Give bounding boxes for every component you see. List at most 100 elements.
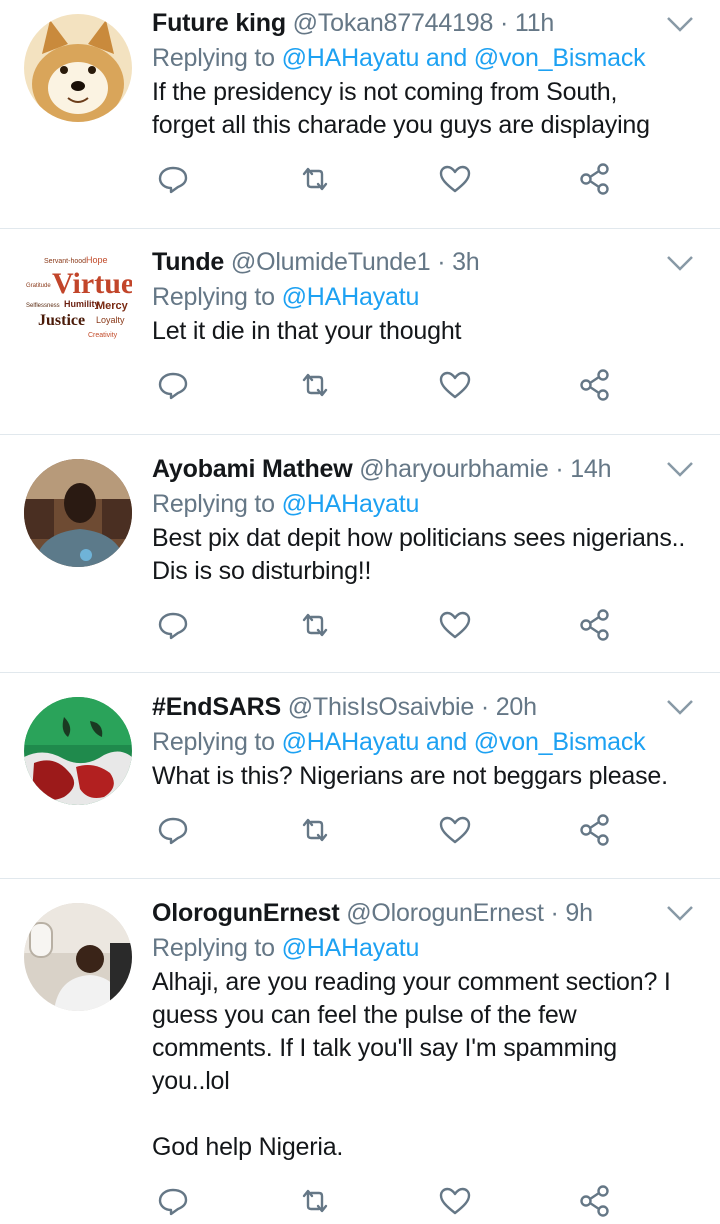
user-handle[interactable]: @haryourbhamie [359,455,549,483]
like-button[interactable] [438,162,472,196]
mention-link[interactable]: @HAHayatu [282,490,420,518]
display-name[interactable]: Tunde [152,248,224,276]
user-handle[interactable]: @OlumideTunde1 [231,248,431,276]
word-cloud-word: Hope [86,255,108,265]
tweet[interactable]: #EndSARS @ThisIsOsaivbie · 20h Replying … [0,673,720,879]
tweet-actions [152,813,720,853]
timestamp[interactable]: 11h [515,9,554,37]
avatar[interactable] [24,697,132,805]
tweet-actions [152,608,720,648]
display-name[interactable]: #EndSARS [152,693,281,721]
tweet-text: Alhaji, are you reading your comment sec… [152,968,671,1161]
like-button[interactable] [438,608,472,642]
reply-icon [158,817,188,845]
retweet-button[interactable] [298,368,332,402]
tweet[interactable]: Servant-hood Hope Virtue Gratitude Selfl… [0,229,720,435]
word-cloud-word: Creativity [88,332,118,339]
mention-link[interactable]: @HAHayatu [282,728,420,756]
retweet-button[interactable] [298,608,332,642]
like-button[interactable] [438,813,472,847]
mention-link[interactable]: @HAHayatu [282,44,420,72]
tweet-header: #EndSARS @ThisIsOsaivbie · 20h [152,690,720,724]
timestamp[interactable]: 20h [496,693,537,721]
replying-to-line: Replying to @HAHayatu [152,930,720,966]
chevron-down-icon[interactable] [666,697,694,717]
reply-button[interactable] [156,608,190,642]
tweet[interactable]: OlorogunErnest @OlorogunErnest · 9h Repl… [0,879,720,1217]
word-cloud-avatar-image: Servant-hood Hope Virtue Gratitude Selfl… [24,249,132,357]
word-cloud-word: Virtue [52,267,132,300]
mention-link[interactable]: @HAHayatu [282,934,420,962]
word-cloud-word: Justice [38,312,85,329]
tweet[interactable]: Future king @Tokan87744198 · 11h Replyin… [0,0,720,229]
tweet-text: Let it die in that your thought [152,317,462,345]
tweet-text: What is this? Nigerians are not beggars … [152,762,668,790]
reply-button[interactable] [156,368,190,402]
like-icon [439,165,471,193]
timestamp[interactable]: 3h [452,248,480,276]
retweet-icon [302,167,328,191]
reply-button[interactable] [156,813,190,847]
timestamp[interactable]: 9h [565,899,593,927]
tweet-actions [152,162,720,202]
share-icon [580,369,609,401]
share-button[interactable] [578,162,612,196]
replying-to-line: Replying to @HAHayatu and @von_Bismack [152,724,720,760]
share-icon [580,609,609,641]
separator-dot: · [437,248,446,276]
share-button[interactable] [578,813,612,847]
word-cloud-word: Mercy [96,300,129,312]
display-name[interactable]: Future king [152,9,286,37]
chevron-down-icon[interactable] [666,903,694,923]
reply-button[interactable] [156,162,190,196]
like-icon [439,816,471,844]
mention-link[interactable]: @von_Bismack [474,44,646,72]
display-name[interactable]: Ayobami Mathew [152,455,353,483]
retweet-icon [302,818,328,842]
word-cloud-word: Loyalty [96,315,125,325]
share-icon [580,163,609,195]
replying-to-line: Replying to @HAHayatu and @von_Bismack [152,40,720,76]
mention-link[interactable]: @HAHayatu [282,283,420,311]
user-handle[interactable]: @OlorogunErnest [346,899,544,927]
shiba-dog-avatar-image [24,14,132,122]
tweet-actions [152,368,720,408]
user-handle[interactable]: @Tokan87744198 [293,9,494,37]
retweet-button[interactable] [298,813,332,847]
like-icon [439,611,471,639]
separator-dot: · [550,899,559,927]
like-icon [439,371,471,399]
reply-icon [158,166,188,194]
word-cloud-word: Gratitude [26,283,51,289]
mention-joiner[interactable]: and [426,728,467,756]
retweet-button[interactable] [298,162,332,196]
tweet[interactable]: Ayobami Mathew @haryourbhamie · 14h Repl… [0,435,720,673]
display-name[interactable]: OlorogunErnest [152,899,340,927]
avatar[interactable] [24,459,132,567]
man-in-plane-avatar-image [24,903,132,1011]
tweet-actions [152,1184,720,1224]
reply-icon [158,372,188,400]
mention-link[interactable]: @von_Bismack [474,728,646,756]
avatar[interactable]: Servant-hood Hope Virtue Gratitude Selfl… [24,249,132,357]
share-button[interactable] [578,368,612,402]
avatar[interactable] [24,903,132,1011]
mention-joiner[interactable]: and [426,44,467,72]
replying-to-line: Replying to @HAHayatu [152,486,720,522]
replying-prefix: Replying to [152,283,275,311]
word-cloud-word: Servant-hood [44,258,86,265]
separator-dot: · [499,9,509,37]
chevron-down-icon[interactable] [666,459,694,479]
tweet-header: Tunde @OlumideTunde1 · 3h [152,245,720,279]
retweet-icon [302,373,328,397]
chevron-down-icon[interactable] [666,253,694,273]
chevron-down-icon[interactable] [666,14,694,34]
like-button[interactable] [438,368,472,402]
user-handle[interactable]: @ThisIsOsaivbie [288,693,475,721]
avatar[interactable] [24,14,132,122]
retweet-icon [302,613,328,637]
share-button[interactable] [578,608,612,642]
tweet-header: Future king @Tokan87744198 · 11h [152,6,720,40]
timestamp[interactable]: 14h [570,455,611,483]
replying-prefix: Replying to [152,490,275,518]
